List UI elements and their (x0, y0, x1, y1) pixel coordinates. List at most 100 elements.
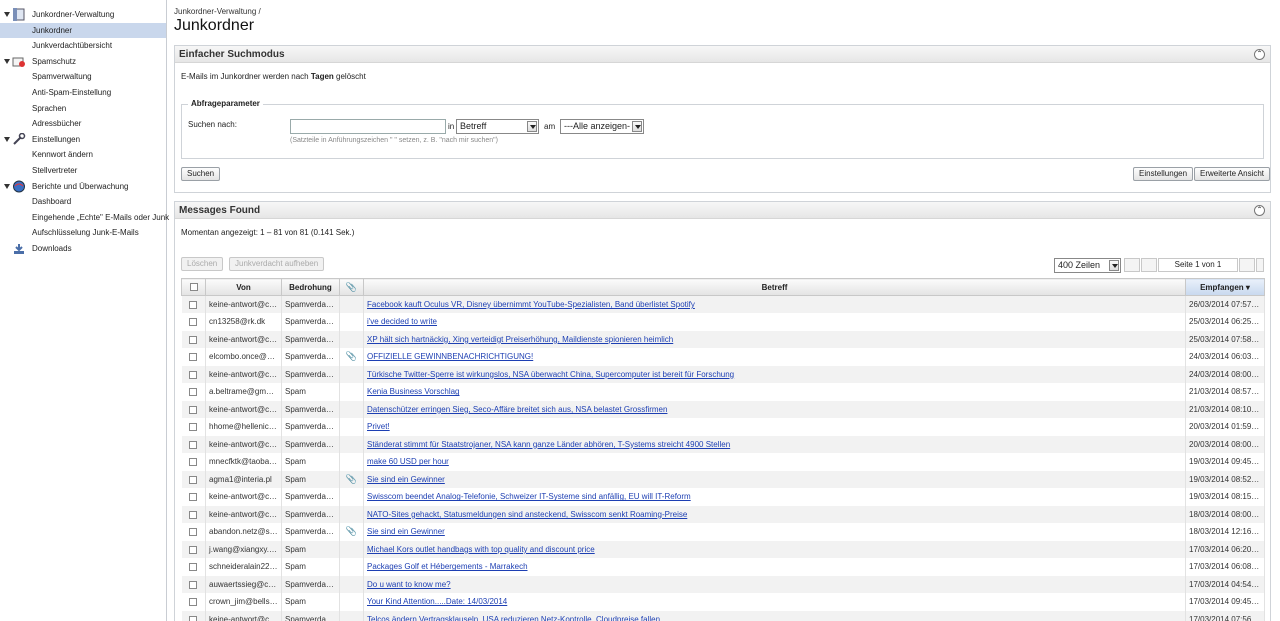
collapse-icon[interactable]: ⌃ (1254, 49, 1265, 60)
sidebar-item[interactable]: Spamverwaltung (0, 69, 166, 85)
row-checkbox[interactable] (181, 488, 206, 506)
date-select[interactable]: ---Alle anzeigen--- (560, 119, 644, 134)
subject-link[interactable]: Facebook kauft Oculus VR, Disney übernim… (367, 300, 695, 309)
subject-link[interactable]: Ständerat stimmt für Staatstrojaner, NSA… (367, 440, 730, 449)
settings-button[interactable]: Einstellungen (1133, 167, 1194, 181)
row-checkbox[interactable] (181, 470, 206, 488)
subject-link[interactable]: Swisscom beendet Analog-Telefonie, Schwe… (367, 492, 691, 501)
subject-link[interactable]: Privet! (367, 422, 390, 431)
expand-triangle-icon[interactable] (4, 183, 10, 189)
column-header-from[interactable]: Von (205, 278, 282, 296)
last-page-button[interactable] (1256, 258, 1264, 272)
subject-link[interactable]: Michael Kors outlet handbags with top qu… (367, 545, 595, 554)
table-row[interactable]: abandon.netz@sp... Spamverdacht 📎 Sie si… (181, 523, 1265, 541)
table-row[interactable]: keine-antwort@c3... Spamverdacht Ständer… (181, 435, 1265, 453)
sidebar-item[interactable]: Anti-Spam-Einstellung (0, 85, 166, 101)
sidebar-group-1[interactable]: Spamschutz (0, 54, 166, 70)
subject-link[interactable]: Your Kind Attention.....Date: 14/03/2014 (367, 597, 507, 606)
table-row[interactable]: crown_jim@bellsou... Spam Your Kind Atte… (181, 593, 1265, 611)
subject-link[interactable]: Türkische Twitter-Sperre ist wirkungslos… (367, 370, 734, 379)
table-row[interactable]: keine-antwort@c3... Spamverdacht Türkisc… (181, 365, 1265, 383)
table-row[interactable]: schneideralain22@... Spam Packages Golf … (181, 558, 1265, 576)
sidebar-item[interactable]: Adressbücher (0, 116, 166, 132)
sidebar-group-2[interactable]: Einstellungen (0, 132, 166, 148)
row-checkbox[interactable] (181, 558, 206, 576)
row-checkbox[interactable] (181, 610, 206, 621)
sidebar-item[interactable]: Eingehende „Echte" E-Mails oder Junk (0, 210, 169, 226)
row-checkbox[interactable] (181, 330, 206, 348)
row-checkbox[interactable] (181, 383, 206, 401)
sidebar-item[interactable]: Stellvertreter (0, 163, 166, 179)
rows-per-page-select[interactable]: 400 Zeilen (1054, 258, 1121, 273)
sidebar-item[interactable]: Sprachen (0, 101, 166, 117)
subject-link[interactable]: i've decided to write (367, 317, 437, 326)
row-checkbox[interactable] (181, 295, 206, 313)
first-page-button[interactable] (1124, 258, 1140, 272)
sidebar-group-3[interactable]: Berichte und Überwachung (0, 179, 166, 195)
sidebar-group-4[interactable]: Downloads (0, 241, 166, 257)
row-checkbox[interactable] (181, 365, 206, 383)
search-input[interactable] (290, 119, 446, 134)
sidebar-item[interactable]: Aufschlüsselung Junk-E-Mails (0, 225, 166, 241)
table-row[interactable]: keine-antwort@c3... Spamverdacht Swissco… (181, 488, 1265, 506)
delete-button[interactable]: Löschen (181, 257, 224, 271)
column-header-threat[interactable]: Bedrohung (281, 278, 340, 296)
sidebar-item[interactable]: Junkordner (0, 22, 166, 39)
row-checkbox[interactable] (181, 435, 206, 453)
table-row[interactable]: keine-antwort@c3... Spamverdacht XP hält… (181, 330, 1265, 348)
row-checkbox[interactable] (181, 540, 206, 558)
table-row[interactable]: hhome@hellenicho... Spamverdacht Privet!… (181, 418, 1265, 436)
row-checkbox[interactable] (181, 313, 206, 331)
subject-link[interactable]: XP hält sich hartnäckig, Xing verteidigt… (367, 335, 673, 344)
unsuspect-button[interactable]: Junkverdacht aufheben (229, 257, 325, 271)
sidebar-item[interactable]: Dashboard (0, 194, 166, 210)
row-checkbox[interactable] (181, 400, 206, 418)
column-header-subject[interactable]: Betreff (363, 278, 1186, 296)
search-button[interactable]: Suchen (181, 167, 221, 181)
table-row[interactable]: elcombo.once@aol... Spamverdacht 📎 OFFIZ… (181, 348, 1265, 366)
advanced-view-button[interactable]: Erweiterte Ansicht (1194, 167, 1271, 181)
table-row[interactable]: auwaertssieg@cra... Spamverdacht Do u wa… (181, 575, 1265, 593)
subject-link[interactable]: Packages Golf et Hébergements - Marrakec… (367, 562, 528, 571)
table-row[interactable]: keine-antwort@c3... Spamverdacht Faceboo… (181, 295, 1265, 313)
row-checkbox[interactable] (181, 453, 206, 471)
column-header-attachment[interactable]: 📎 (339, 278, 364, 296)
expand-triangle-icon[interactable] (4, 136, 10, 142)
subject-link[interactable]: Kenia Business Vorschlag (367, 387, 460, 396)
subject-link[interactable]: Telcos ändern Vertragsklauseln, USA redu… (367, 615, 660, 621)
subject-link[interactable]: Sie sind ein Gewinner (367, 527, 445, 536)
row-checkbox[interactable] (181, 418, 206, 436)
next-page-button[interactable] (1239, 258, 1255, 272)
table-row[interactable]: j.wang@xiangxy.c... Spam Michael Kors ou… (181, 540, 1265, 558)
expand-triangle-icon[interactable] (4, 58, 10, 64)
table-row[interactable]: keine-antwort@c3... Spamverdacht Datensc… (181, 400, 1265, 418)
table-row[interactable]: a.beltrame@gmx.ch Spam Kenia Business Vo… (181, 383, 1265, 401)
cell-subject: XP hält sich hartnäckig, Xing verteidigt… (363, 330, 1186, 348)
subject-link[interactable]: make 60 USD per hour (367, 457, 449, 466)
collapse-icon[interactable]: ⌃ (1254, 205, 1265, 216)
table-row[interactable]: keine-antwort@c3... Spamverdacht NATO-Si… (181, 505, 1265, 523)
table-row[interactable]: keine-antwort@c3... Spamverdacht Telcos … (181, 610, 1265, 621)
row-checkbox[interactable] (181, 593, 206, 611)
select-all-checkbox[interactable] (181, 278, 206, 296)
row-checkbox[interactable] (181, 575, 206, 593)
sidebar-item[interactable]: Junkverdachtübersicht (0, 38, 166, 54)
expand-triangle-icon[interactable] (4, 12, 10, 17)
sidebar-group-0[interactable]: Junkordner-Verwaltung (0, 7, 166, 23)
subject-link[interactable]: Datenschützer erringen Sieg, Seco-Affäre… (367, 405, 667, 414)
field-select[interactable]: Betreff (456, 119, 539, 134)
row-checkbox[interactable] (181, 505, 206, 523)
subject-link[interactable]: NATO-Sites gehackt, Statusmeldungen sind… (367, 510, 687, 519)
subject-link[interactable]: Sie sind ein Gewinner (367, 475, 445, 484)
sidebar-item[interactable]: Kennwort ändern (0, 147, 166, 163)
subject-link[interactable]: Do u want to know me? (367, 580, 451, 589)
table-row[interactable]: agma1@interia.pl Spam 📎 Sie sind ein Gew… (181, 470, 1265, 488)
table-row[interactable]: mnecfktk@taobao... Spam make 60 USD per … (181, 453, 1265, 471)
column-header-received[interactable]: Empfangen ▾ (1185, 278, 1265, 296)
row-checkbox[interactable] (181, 348, 206, 366)
table-row[interactable]: cn13258@rk.dk Spamverdacht i've decided … (181, 313, 1265, 331)
row-checkbox[interactable] (181, 523, 206, 541)
subject-link[interactable]: OFFIZIELLE GEWINNBENACHRICHTIGUNG! (367, 352, 533, 361)
prev-page-button[interactable] (1141, 258, 1157, 272)
breadcrumb[interactable]: Junkordner-Verwaltung / (174, 7, 261, 16)
